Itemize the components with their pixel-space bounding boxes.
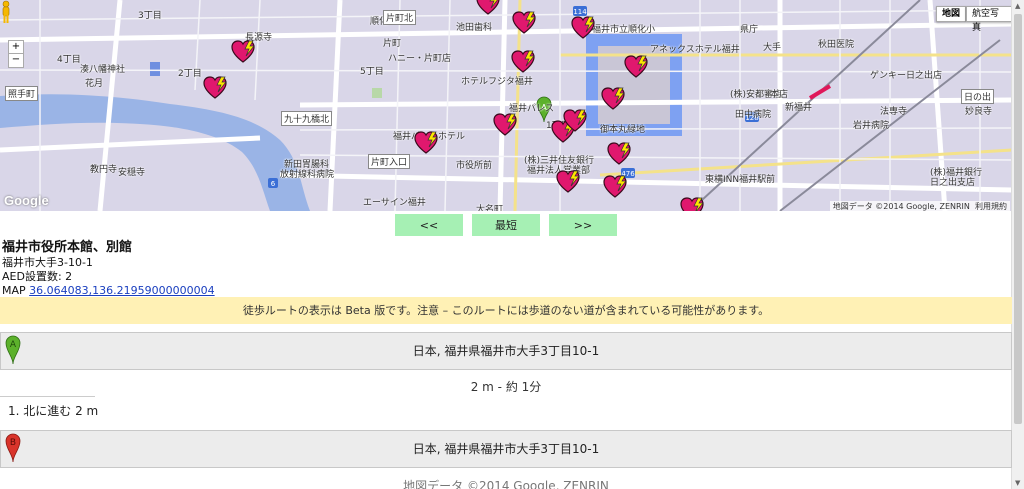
scroll-thumb[interactable] [1014,14,1022,424]
map-label: 5丁目 [360,67,384,77]
scroll-up-icon[interactable]: ▲ [1015,2,1020,10]
aed-marker-icon[interactable] [512,10,538,36]
map-label: 花月 [85,79,104,89]
map-canvas[interactable]: 114 128 476 6 A [0,0,1012,211]
route-step[interactable]: 1. 北に進む 2 m [8,402,98,419]
aed-info: 福井市役所本館、別館 福井市大手3-10-1 AED設置数: 2 MAP 36.… [2,240,215,298]
map-label: 3丁目 [138,11,162,21]
map-label: 秋田医院 [818,40,855,50]
place-title: 福井市役所本館、別館 [2,240,133,255]
beta-notice: 徒歩ルートの表示は Beta 版です。注意 – このルートには歩道のない道が含ま… [0,297,1012,324]
map-label: ゲンキー日之出店 [870,71,943,81]
next-button[interactable]: >> [549,214,617,236]
map-label: 放射線科病院 [280,170,335,180]
map-label: 東横INN福井駅前 [705,175,776,185]
map-view[interactable]: 114 128 476 6 A 順化 片町北 池田歯科 片町 長源寺 湊八幡神社 花月 照手町… [0,0,1012,211]
aed-count-label: AED設置数: [2,270,62,283]
aed-marker-icon[interactable] [511,49,537,75]
footer-attribution: 地図データ ©2014 Google, ZENRIN [403,479,609,489]
aed-marker-icon[interactable] [493,112,519,138]
google-logo[interactable]: Google [4,193,49,208]
pegman-icon[interactable] [0,0,12,24]
aed-marker-icon[interactable] [571,15,597,41]
aed-marker-icon[interactable] [476,0,502,17]
route-sign-6: 6 [271,180,276,188]
aed-marker-icon[interactable] [231,39,257,65]
marker-a-icon: A [5,335,21,365]
map-label: 法専寺 [880,107,908,117]
map-label: アネックスホテル福井 [650,45,740,55]
map-label: ホテルフジタ福井 [461,77,533,87]
map-label: 大手 [763,43,782,53]
aed-count: 2 [65,270,73,283]
map-label: 片町入口 [368,154,411,169]
map-label: 大名町 [476,205,504,211]
map-label: 日の出 [961,89,995,104]
start-address: 日本, 福井県福井市大手3丁目10-1 [412,344,600,358]
map-label: 照手町 [5,86,39,101]
aed-marker-icon[interactable] [556,169,582,195]
map-label: 市役所前 [456,161,493,171]
map-type-button[interactable]: 地図 [936,6,967,22]
route-summary: 2 m - 約 1分 [470,380,542,394]
map-label: 2丁目 [178,69,202,79]
map-label: エーサイン福井 [363,198,426,208]
map-label: 片町 [383,39,402,49]
terms-link[interactable]: 利用規約 [975,202,1007,211]
map-label: 妙良寺 [965,107,993,117]
marker-b-icon: B [5,433,21,463]
map-label: 御本丸緑地 [600,125,646,135]
satellite-button[interactable]: 航空写真 [966,6,1012,33]
map-coords-link[interactable]: 36.064083,136.21959000000004 [29,284,214,297]
aed-marker-icon[interactable] [603,174,629,200]
map-label: 湊八幡神社 [80,65,126,75]
nearest-button[interactable]: 最短 [472,214,540,236]
map-label: MAP [2,284,26,297]
map-label: 安穏寺 [118,168,146,178]
map-label: 日之出支店 [930,178,976,188]
map-attribution: 地図データ ©2014 Google, ZENRIN 利用規約 [829,201,1010,211]
map-label: 田中病院 [735,110,772,120]
map-label: 岩井病院 [853,121,890,131]
map-label: ハニー・片町店 [388,54,452,64]
map-label: 本店 [770,90,789,100]
marker-a-letter: A [10,340,17,350]
aed-marker-icon[interactable] [607,141,633,167]
map-label: 片町北 [383,10,417,25]
zoom-out-button[interactable]: − [8,53,24,68]
aed-count-row: AED設置数: 2 [2,270,215,284]
prev-button[interactable]: << [395,214,463,236]
page-scrollbar[interactable]: ▲ ▼ [1011,0,1024,489]
map-label: 県庁 [740,25,759,35]
marker-navigation: << 最短 >> [0,214,1012,238]
map-label: 池田歯科 [456,23,493,33]
step-divider [0,396,95,397]
aed-marker-icon[interactable] [563,108,589,134]
marker-b-letter: B [10,438,16,448]
end-address: 日本, 福井県福井市大手3丁目10-1 [412,442,600,456]
map-label: 福井市立順化小 [592,25,656,35]
map-label: 九十九橋北 [281,111,333,126]
route-end[interactable]: B 日本, 福井県福井市大手3丁目10-1 [0,430,1012,468]
map-link-row: MAP 36.064083,136.21959000000004 [2,284,215,298]
aed-marker-icon[interactable] [414,130,440,156]
scroll-down-icon[interactable]: ▼ [1015,479,1020,487]
aed-marker-icon[interactable] [601,86,627,112]
aed-marker-icon[interactable] [680,196,706,211]
map-label: 教円寺 [90,165,118,175]
place-address: 福井市大手3-10-1 [2,256,93,269]
attribution-text: 地図データ ©2014 Google, ZENRIN [832,202,970,211]
map-label: 4丁目 [57,55,81,65]
map-label: 新福井 [785,103,813,113]
aed-marker-icon[interactable] [624,54,650,80]
page: 114 128 476 6 A 順化 片町北 池田歯科 片町 長源寺 湊八幡神社 花月 照手町… [0,0,1024,489]
route-start[interactable]: A 日本, 福井県福井市大手3丁目10-1 [0,332,1012,370]
aed-marker-icon[interactable] [203,75,229,101]
